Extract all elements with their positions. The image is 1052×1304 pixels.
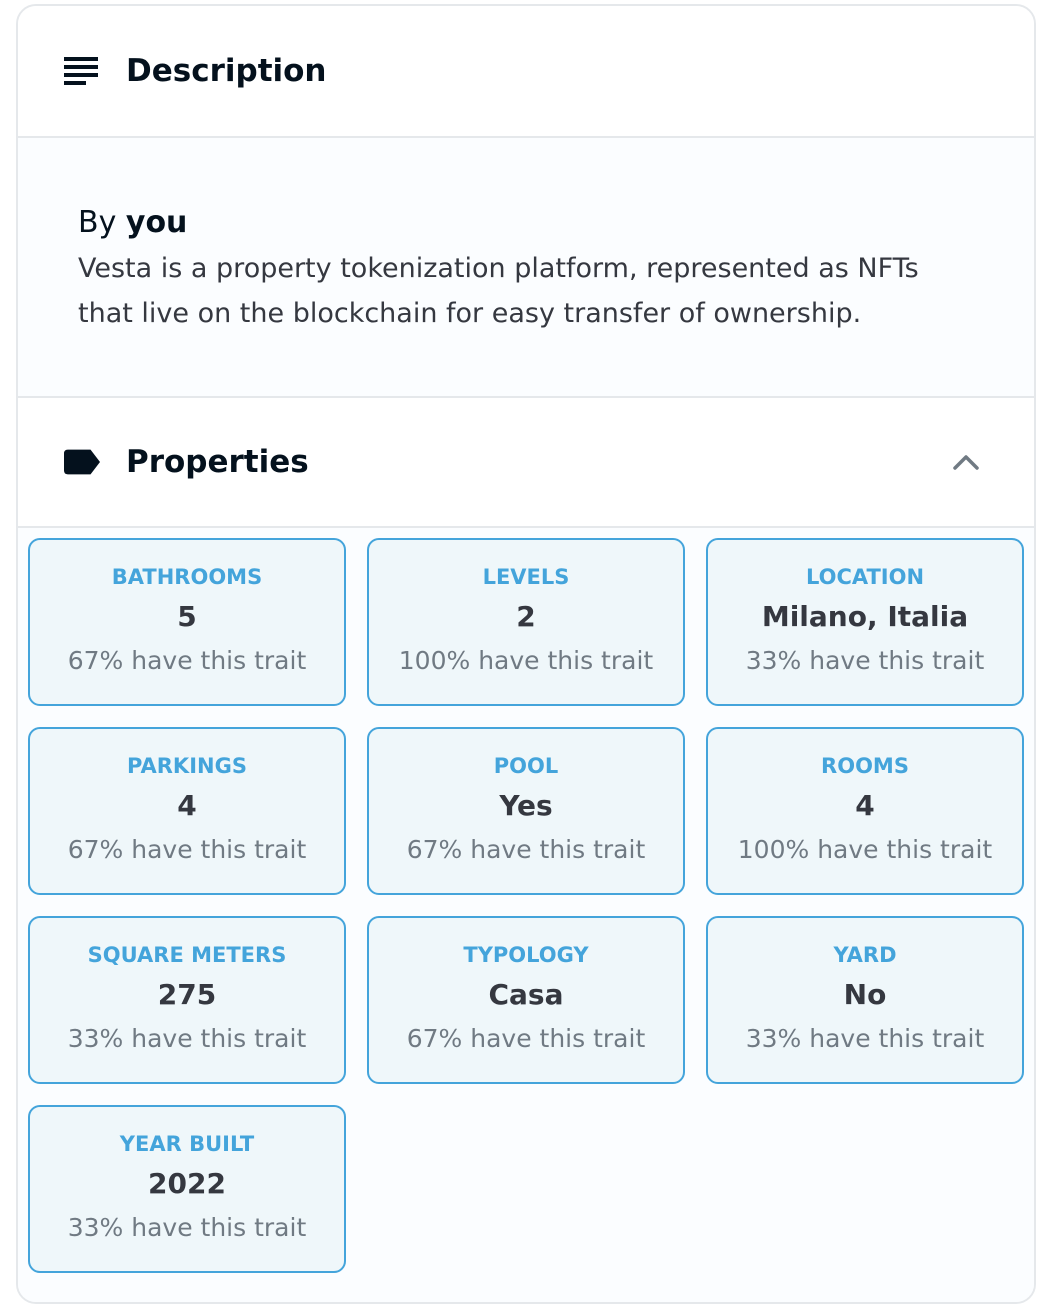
- trait-rarity: 100% have this trait: [398, 646, 654, 675]
- trait-value: Yes: [499, 789, 553, 822]
- trait-value: 5: [177, 600, 197, 633]
- trait-rarity: 33% have this trait: [745, 646, 985, 675]
- chevron-up-icon[interactable]: [946, 442, 986, 482]
- trait-type: TYPOLOGY: [463, 943, 589, 967]
- trait-rarity: 67% have this trait: [406, 835, 646, 864]
- properties-header[interactable]: Properties: [18, 398, 1034, 528]
- trait-type: YARD: [833, 943, 897, 967]
- description-text: Vesta is a property tokenization platfor…: [78, 253, 919, 329]
- description-body: By you Vesta is a property tokenization …: [18, 138, 1034, 398]
- trait-card[interactable]: YEAR BUILT 2022 33% have this trait: [28, 1105, 346, 1273]
- trait-card[interactable]: TYPOLOGY Casa 67% have this trait: [367, 916, 685, 1084]
- trait-rarity: 67% have this trait: [406, 1024, 646, 1053]
- creator-line: By you: [78, 200, 974, 246]
- trait-rarity: 33% have this trait: [67, 1213, 307, 1242]
- trait-type: POOL: [493, 754, 559, 778]
- label-tag-icon: [64, 444, 100, 480]
- trait-value: 4: [855, 789, 875, 822]
- trait-type: LOCATION: [805, 565, 925, 589]
- description-header: Description: [18, 6, 1034, 138]
- creator-name[interactable]: you: [126, 205, 188, 240]
- description-title: Description: [126, 53, 327, 89]
- trait-type: LEVELS: [482, 565, 570, 589]
- trait-card[interactable]: LEVELS 2 100% have this trait: [367, 538, 685, 706]
- trait-rarity: 67% have this trait: [67, 646, 307, 675]
- trait-value: 2022: [148, 1167, 226, 1200]
- item-details-panel: Description By you Vesta is a property t…: [16, 4, 1036, 1304]
- trait-rarity: 33% have this trait: [67, 1024, 307, 1053]
- trait-card[interactable]: BATHROOMS 5 67% have this trait: [28, 538, 346, 706]
- trait-type: YEAR BUILT: [119, 1132, 255, 1156]
- trait-card[interactable]: POOL Yes 67% have this trait: [367, 727, 685, 895]
- trait-value: Milano, Italia: [761, 600, 969, 633]
- trait-rarity: 100% have this trait: [737, 835, 993, 864]
- trait-card[interactable]: SQUARE METERS 275 33% have this trait: [28, 916, 346, 1084]
- trait-value: 4: [177, 789, 197, 822]
- traits-grid: BATHROOMS 5 67% have this trait LEVELS 2 100%…: [28, 538, 1024, 1273]
- trait-value: 275: [157, 978, 217, 1011]
- trait-type: PARKINGS: [127, 754, 247, 778]
- by-prefix: By: [78, 205, 117, 240]
- trait-card[interactable]: LOCATION Milano, Italia 33% have this trai…: [706, 538, 1024, 706]
- trait-rarity: 67% have this trait: [67, 835, 307, 864]
- properties-body: BATHROOMS 5 67% have this trait LEVELS 2 100%…: [18, 528, 1034, 1302]
- trait-value: No: [843, 978, 887, 1011]
- trait-rarity: 33% have this trait: [745, 1024, 985, 1053]
- trait-type: SQUARE METERS: [87, 943, 287, 967]
- trait-type: ROOMS: [821, 754, 909, 778]
- subject-lines-icon: [64, 53, 100, 89]
- trait-type: BATHROOMS: [111, 565, 263, 589]
- trait-card[interactable]: ROOMS 4 100% have this trait: [706, 727, 1024, 895]
- trait-value: 2: [516, 600, 536, 633]
- trait-card[interactable]: YARD No 33% have this trait: [706, 916, 1024, 1084]
- trait-card[interactable]: PARKINGS 4 67% have this trait: [28, 727, 346, 895]
- trait-value: Casa: [488, 978, 564, 1011]
- properties-title: Properties: [126, 444, 309, 480]
